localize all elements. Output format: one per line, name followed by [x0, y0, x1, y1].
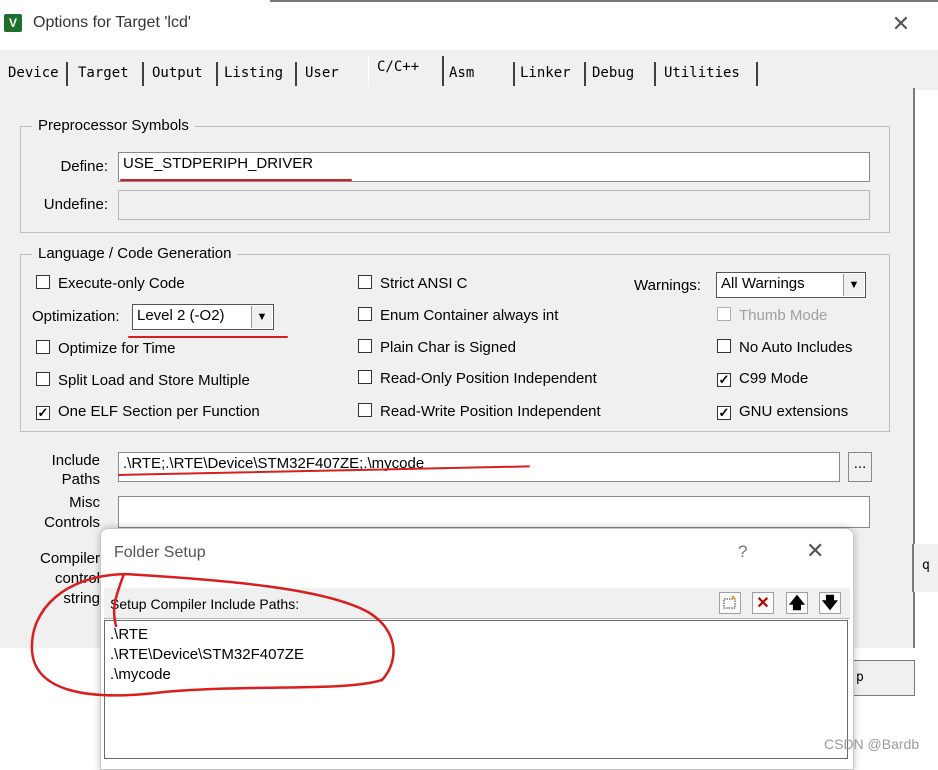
close-icon[interactable]: ✕ [806, 538, 824, 564]
checkbox-box [358, 403, 372, 417]
checkbox-box [358, 307, 372, 321]
tab-c-cpp[interactable]: C/C++ [368, 56, 444, 86]
close-icon[interactable]: ✕ [884, 8, 918, 40]
misc-label-line2: Controls [44, 514, 100, 531]
checkbox-label: Read-Write Position Independent [380, 403, 601, 420]
checkbox-box [36, 372, 50, 386]
checkbox-box [36, 275, 50, 289]
annotation-underline-define [120, 179, 352, 181]
checkbox-label: C99 Mode [739, 370, 809, 387]
c99-mode-checkbox[interactable]: ✓ C99 Mode [717, 370, 808, 388]
warnings-select[interactable]: All Warnings ▼ [716, 272, 866, 298]
tab-output[interactable]: Output [150, 62, 218, 86]
checkbox-label: Optimize for Time [58, 340, 176, 357]
checkbox-label: Strict ANSI C [380, 275, 468, 292]
rwpi-checkbox[interactable]: Read-Write Position Independent [358, 403, 601, 421]
define-label: Define: [60, 158, 108, 175]
enum-container-checkbox[interactable]: Enum Container always int [358, 307, 558, 325]
keil-app-icon: V [4, 14, 22, 32]
peek-fragment: q [922, 558, 930, 573]
tab-strip: Device Target Output Listing User C/C++ … [0, 50, 938, 90]
annotation-circle [30, 572, 395, 697]
tab-listing[interactable]: Listing [222, 62, 297, 86]
strict-ansi-checkbox[interactable]: Strict ANSI C [358, 275, 468, 293]
no-auto-includes-checkbox[interactable]: No Auto Includes [717, 339, 852, 357]
move-down-icon[interactable]: 🡇 [819, 592, 841, 614]
tab-utilities[interactable]: Utilities [662, 62, 758, 86]
one-elf-checkbox[interactable]: ✓ One ELF Section per Function [36, 403, 260, 421]
include-paths-browse-button[interactable]: ... [848, 452, 872, 482]
tab-device[interactable]: Device [6, 62, 68, 86]
optimization-select[interactable]: Level 2 (-O2) ▼ [132, 304, 274, 330]
undefine-label: Undefine: [43, 196, 108, 213]
optimize-time-checkbox[interactable]: Optimize for Time [36, 340, 176, 358]
split-load-checkbox[interactable]: Split Load and Store Multiple [36, 372, 250, 390]
move-up-icon[interactable]: 🡅 [786, 592, 808, 614]
checkbox-box [717, 339, 731, 353]
gnu-extensions-checkbox[interactable]: ✓ GNU extensions [717, 403, 848, 421]
annotation-underline-optimization [128, 336, 288, 338]
checkbox-box [36, 340, 50, 354]
language-group-title: Language / Code Generation [32, 245, 238, 262]
misc-label-line1: Misc [69, 494, 100, 511]
help-icon[interactable]: ? [738, 542, 747, 562]
checkbox-label: GNU extensions [739, 403, 849, 420]
ropi-checkbox[interactable]: Read-Only Position Independent [358, 370, 597, 388]
watermark: CSDN @Bardb [824, 736, 920, 752]
dropdown-arrow-icon[interactable]: ▼ [843, 274, 864, 296]
folder-setup-title: Folder Setup [114, 544, 206, 561]
checkbox-label: Read-Only Position Independent [380, 370, 597, 387]
tab-linker[interactable]: Linker [518, 62, 586, 86]
include-label-line2: Paths [61, 471, 100, 488]
thumb-mode-checkbox[interactable]: Thumb Mode [717, 307, 827, 325]
dialog-edge: q [912, 544, 938, 592]
button-label: p [856, 670, 864, 685]
define-input[interactable]: USE_STDPERIPH_DRIVER [118, 152, 870, 182]
checkbox-label: Enum Container always int [380, 307, 559, 324]
checkbox-box [358, 275, 372, 289]
tab-target[interactable]: Target [76, 62, 144, 86]
warnings-value: All Warnings [721, 275, 805, 292]
checkbox-label: One ELF Section per Function [58, 403, 260, 420]
tab-asm[interactable]: Asm [447, 62, 515, 86]
optimization-label: Optimization: [32, 308, 120, 325]
execute-only-checkbox[interactable]: Execute-only Code [36, 275, 185, 293]
checkbox-box [358, 370, 372, 384]
misc-controls-input[interactable] [118, 496, 870, 528]
delete-icon[interactable]: ✕ [752, 592, 774, 614]
tab-debug[interactable]: Debug [590, 62, 656, 86]
tab-user[interactable]: User [303, 62, 363, 86]
dropdown-arrow-icon[interactable]: ▼ [251, 306, 272, 328]
checkmark-icon: ✓ [717, 372, 731, 387]
help-button[interactable]: p [851, 660, 915, 696]
checkbox-box [358, 339, 372, 353]
background-window-edge [270, 0, 938, 2]
plain-char-checkbox[interactable]: Plain Char is Signed [358, 339, 516, 357]
preprocessor-group-title: Preprocessor Symbols [32, 117, 195, 134]
compiler-label-line1: Compiler [39, 550, 100, 567]
warnings-label: Warnings: [634, 277, 701, 294]
checkbox-label: Execute-only Code [58, 275, 185, 292]
checkbox-label: Plain Char is Signed [380, 339, 516, 356]
window-title: Options for Target 'lcd' [33, 14, 191, 31]
new-folder-icon[interactable] [719, 592, 741, 614]
checkbox-label: Split Load and Store Multiple [58, 372, 250, 389]
include-label-line1: Include [51, 452, 100, 469]
undefine-input[interactable] [118, 190, 870, 220]
checkmark-icon: ✓ [36, 405, 50, 420]
optimization-value: Level 2 (-O2) [137, 307, 225, 324]
checkbox-label: Thumb Mode [739, 307, 828, 324]
checkbox-box [717, 307, 731, 321]
checkbox-label: No Auto Includes [739, 339, 853, 356]
checkmark-icon: ✓ [717, 405, 731, 420]
